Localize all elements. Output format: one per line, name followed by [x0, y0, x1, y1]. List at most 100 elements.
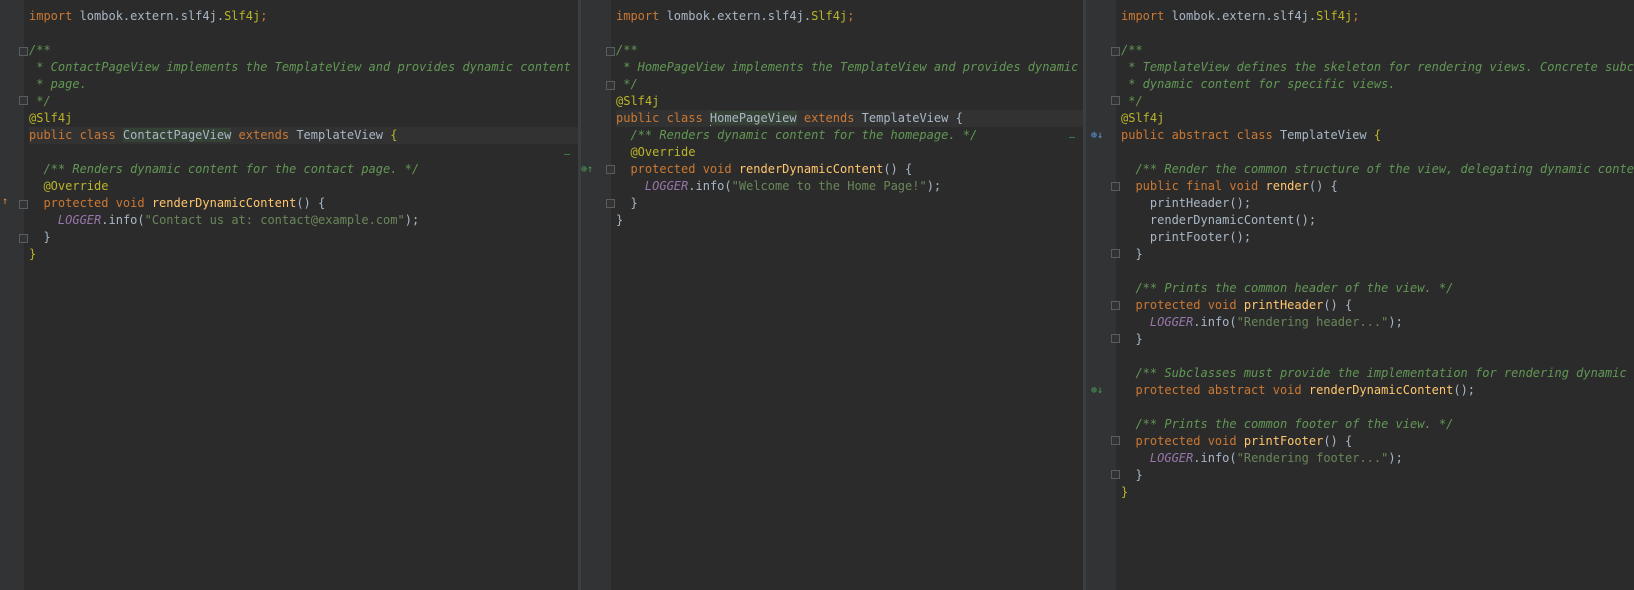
code-token: LOGGER: [644, 179, 689, 193]
code-line[interactable]: }: [29, 246, 578, 263]
code-line[interactable]: @Slf4j: [616, 93, 1083, 110]
implemented-method-icon[interactable]: ⊕↓: [1091, 131, 1103, 141]
code-line[interactable]: [1121, 348, 1634, 365]
fold-icon[interactable]: [1111, 334, 1120, 343]
code-line[interactable]: /** Prints the common footer of the view…: [1121, 416, 1634, 433]
code-lines[interactable]: import lombok.extern.slf4j.Slf4j; /** * T…: [1121, 8, 1634, 501]
code-line[interactable]: */: [29, 93, 578, 110]
code-line[interactable]: }: [1121, 246, 1634, 263]
fold-icon[interactable]: [19, 96, 28, 105]
editor-pane-homepageview[interactable]: ⊕↑ import lombok.extern.slf4j.Slf4j; /** …: [581, 0, 1083, 590]
code-line[interactable]: protected void renderDynamicContent() {: [616, 161, 1083, 178]
code-line[interactable]: @Slf4j: [29, 110, 578, 127]
code-line[interactable]: public class ContactPageView extends Tem…: [29, 127, 578, 144]
code-line[interactable]: }: [1121, 467, 1634, 484]
code-line[interactable]: */: [616, 76, 1083, 93]
code-line[interactable]: @Override: [616, 144, 1083, 161]
editor-pane-templateview[interactable]: ⊕↓ ⊕↓ import lombok.extern.slf4j.Slf4j; /…: [1086, 0, 1634, 590]
code-line[interactable]: }: [29, 229, 578, 246]
code-token: /** Prints the common header of the view…: [1121, 281, 1454, 295]
code-line[interactable]: [1121, 144, 1634, 161]
code-line[interactable]: /** Subclasses must provide the implemen…: [1121, 365, 1634, 382]
overriding-method-icon[interactable]: ⊕↑: [581, 165, 593, 175]
code-line[interactable]: /**: [616, 42, 1083, 59]
code-line[interactable]: import lombok.extern.slf4j.Slf4j;: [616, 8, 1083, 25]
code-line[interactable]: protected abstract void renderDynamicCon…: [1121, 382, 1634, 399]
code-line[interactable]: /** Renders dynamic content for the home…: [616, 127, 1083, 144]
code-line[interactable]: * TemplateView defines the skeleton for …: [1121, 59, 1634, 76]
code-line[interactable]: import lombok.extern.slf4j.Slf4j;: [29, 8, 578, 25]
fold-icon[interactable]: [1111, 47, 1120, 56]
code-line[interactable]: protected void renderDynamicContent() {: [29, 195, 578, 212]
code-line[interactable]: * ContactPageView implements the Templat…: [29, 59, 578, 76]
code-line[interactable]: [616, 25, 1083, 42]
code-token: LOGGER: [1149, 315, 1194, 329]
code-line[interactable]: /**: [1121, 42, 1634, 59]
code-token: printHeader: [1243, 298, 1324, 312]
code-line[interactable]: [29, 25, 578, 42]
code-token: /**: [1121, 43, 1143, 57]
code-line[interactable]: LOGGER.info("Welcome to the Home Page!")…: [616, 178, 1083, 195]
code-token: /** Renders dynamic content for the cont…: [29, 162, 420, 176]
implemented-method-icon[interactable]: ⊕↓: [1091, 386, 1103, 396]
code-line[interactable]: printHeader();: [1121, 195, 1634, 212]
pane-divider[interactable]: [1083, 0, 1086, 590]
code-line[interactable]: }: [1121, 484, 1634, 501]
code-token: /**: [29, 43, 51, 57]
code-line[interactable]: }: [1121, 331, 1634, 348]
code-token: printFooter: [1243, 434, 1324, 448]
fold-icon[interactable]: [19, 200, 28, 209]
editor-area: ↑ import lombok.extern.slf4j.Slf4j; /** *…: [0, 0, 1634, 590]
overriding-method-icon[interactable]: ↑: [2, 197, 8, 207]
code-token: }: [1121, 485, 1129, 499]
code-token: @Slf4j: [1121, 111, 1165, 125]
code-line[interactable]: renderDynamicContent();: [1121, 212, 1634, 229]
fold-icon[interactable]: [606, 81, 615, 90]
code-line[interactable]: protected void printFooter() {: [1121, 433, 1634, 450]
code-token: extends: [796, 111, 862, 125]
code-token: render: [1265, 179, 1309, 193]
fold-icon[interactable]: [606, 165, 615, 174]
code-line[interactable]: /** Render the common structure of the v…: [1121, 161, 1634, 178]
code-line[interactable]: }: [616, 195, 1083, 212]
fold-icon[interactable]: [1111, 470, 1120, 479]
code-token: * page.: [29, 77, 87, 91]
code-line[interactable]: * HomePageView implements the TemplateVi…: [616, 59, 1083, 76]
fold-icon[interactable]: [1111, 301, 1120, 310]
code-line[interactable]: [1121, 263, 1634, 280]
code-line[interactable]: public abstract class TemplateView {: [1121, 127, 1634, 144]
fold-icon[interactable]: [1111, 436, 1120, 445]
code-line[interactable]: LOGGER.info("Rendering header...");: [1121, 314, 1634, 331]
code-line[interactable]: */: [1121, 93, 1634, 110]
code-line[interactable]: [29, 144, 578, 161]
code-line[interactable]: printFooter();: [1121, 229, 1634, 246]
code-line[interactable]: /** Prints the common header of the view…: [1121, 280, 1634, 297]
fold-icon[interactable]: [19, 47, 28, 56]
fold-icon[interactable]: [1111, 249, 1120, 258]
gutter: [0, 0, 24, 590]
code-line[interactable]: LOGGER.info("Rendering footer...");: [1121, 450, 1634, 467]
fold-icon[interactable]: [1111, 182, 1120, 191]
code-line[interactable]: * page.: [29, 76, 578, 93]
code-line[interactable]: }: [616, 212, 1083, 229]
code-line[interactable]: * dynamic content for specific views.: [1121, 76, 1634, 93]
editor-pane-contactpageview[interactable]: ↑ import lombok.extern.slf4j.Slf4j; /** *…: [0, 0, 578, 590]
code-line[interactable]: public final void render() {: [1121, 178, 1634, 195]
code-line[interactable]: LOGGER.info("Contact us at: contact@exam…: [29, 212, 578, 229]
code-line[interactable]: protected void printHeader() {: [1121, 297, 1634, 314]
fold-icon[interactable]: [606, 199, 615, 208]
fold-icon[interactable]: [19, 234, 28, 243]
code-line[interactable]: [1121, 25, 1634, 42]
pane-divider[interactable]: [578, 0, 581, 590]
code-line[interactable]: @Slf4j: [1121, 110, 1634, 127]
fold-icon[interactable]: [606, 47, 615, 56]
code-line[interactable]: /** Renders dynamic content for the cont…: [29, 161, 578, 178]
code-lines[interactable]: import lombok.extern.slf4j.Slf4j; /** * H…: [616, 8, 1083, 229]
fold-icon[interactable]: [1111, 96, 1120, 105]
code-line[interactable]: [1121, 399, 1634, 416]
code-lines[interactable]: import lombok.extern.slf4j.Slf4j; /** * C…: [29, 8, 578, 263]
code-line[interactable]: public class HomePageView extends Templa…: [616, 110, 1083, 127]
code-line[interactable]: /**: [29, 42, 578, 59]
code-line[interactable]: import lombok.extern.slf4j.Slf4j;: [1121, 8, 1634, 25]
code-line[interactable]: @Override: [29, 178, 578, 195]
